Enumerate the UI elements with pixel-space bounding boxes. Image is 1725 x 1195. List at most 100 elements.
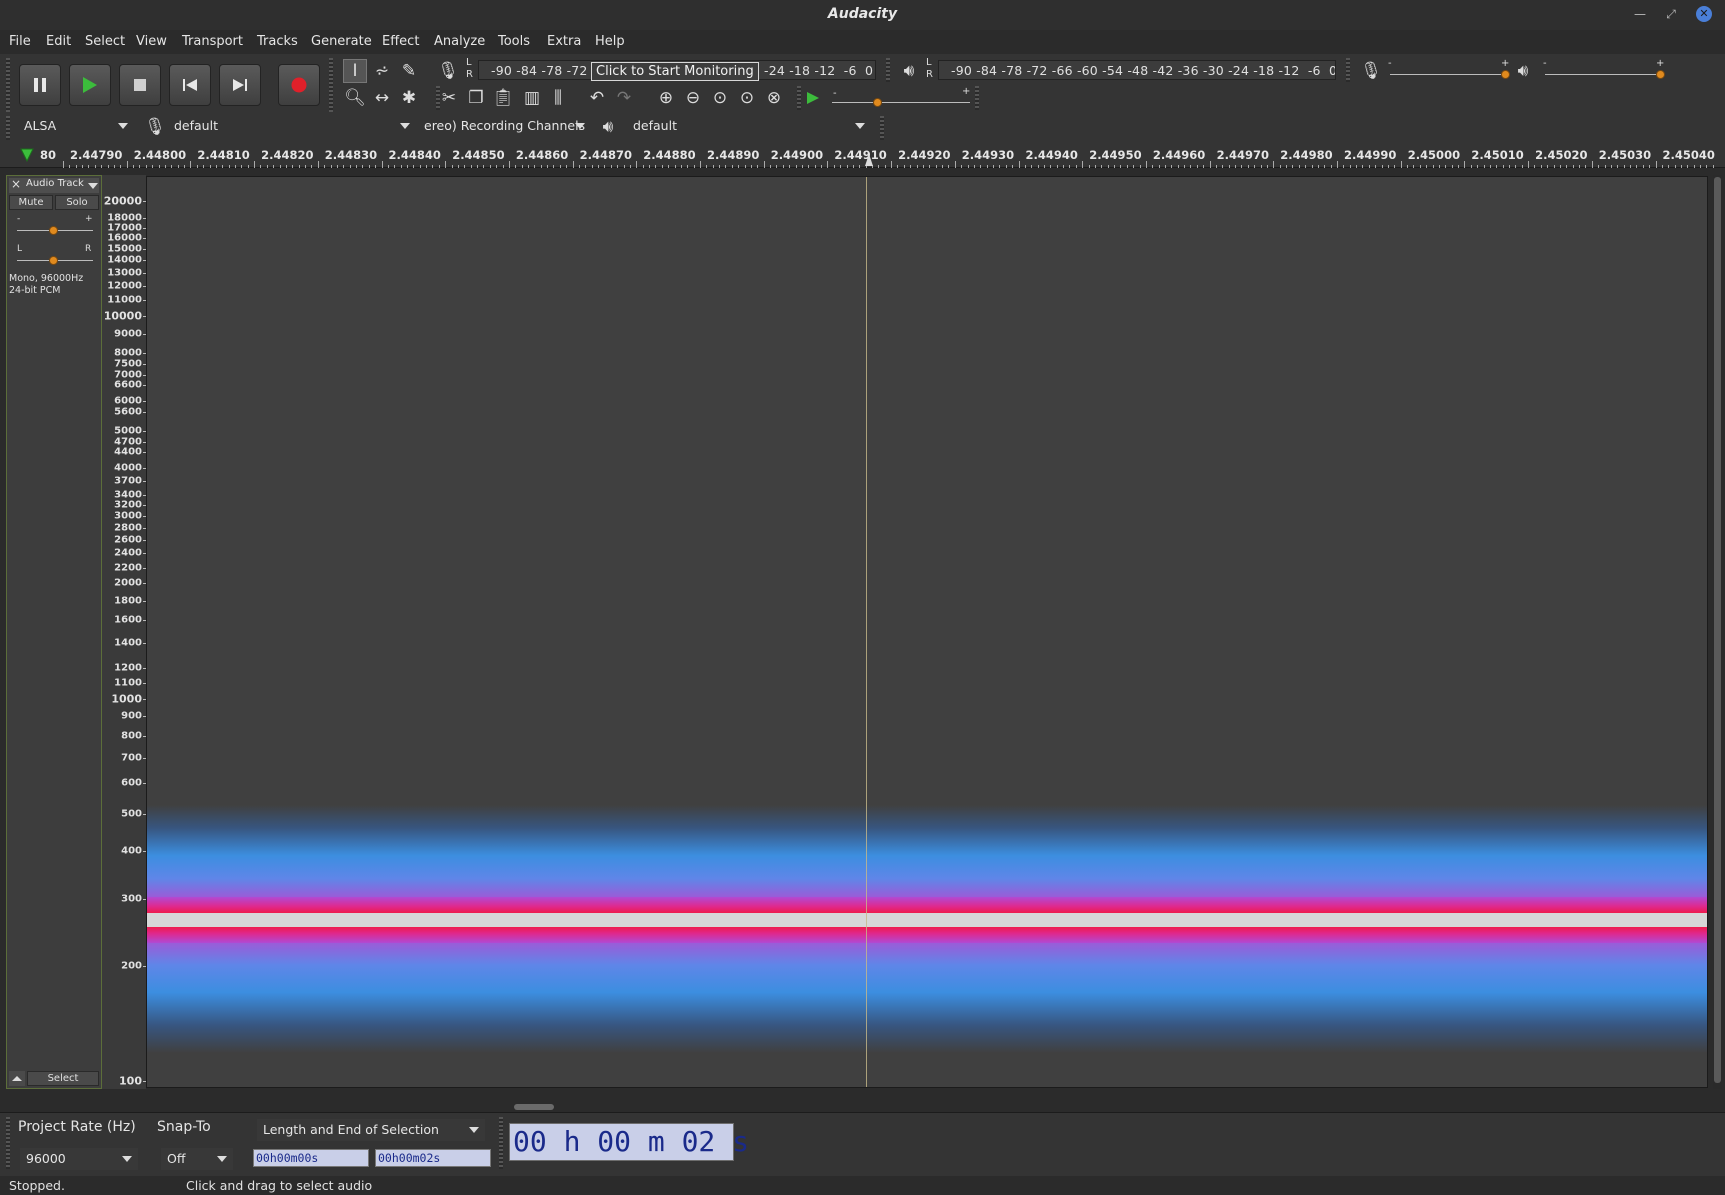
menu-analyze[interactable]: Analyze [434, 34, 485, 49]
mute-button[interactable]: Mute [9, 195, 53, 210]
track-close-button[interactable]: × [11, 177, 21, 191]
zoom-tool-icon[interactable]: 🔍︎ [343, 86, 367, 110]
audio-host-select[interactable]: ALSA [18, 115, 134, 137]
recording-device-select[interactable]: default [168, 115, 416, 137]
play-speed-knob[interactable] [873, 98, 882, 107]
playback-device-select[interactable]: default [627, 115, 871, 137]
play-at-speed-icon[interactable] [801, 86, 825, 110]
silence-icon[interactable]: ⫼ [546, 86, 570, 110]
project-rate-select[interactable]: 96000 [20, 1148, 138, 1170]
playback-volume-slider[interactable] [1545, 74, 1661, 75]
menu-tools[interactable]: Tools [498, 34, 530, 49]
redo-icon[interactable]: ↷ [612, 86, 636, 110]
envelope-tool-icon[interactable]: ⩫ [370, 59, 394, 83]
zoom-toggle-icon[interactable]: ⊗ [762, 86, 786, 110]
solo-button[interactable]: Solo [55, 195, 99, 210]
toolbar-grip[interactable] [1346, 58, 1350, 82]
menu-edit[interactable]: Edit [46, 34, 71, 49]
toolbar-grip[interactable] [499, 1117, 503, 1169]
timeline-ruler[interactable]: 80 2.44790 2.44800 2.44810 2.44820 2.44830 2.… [0, 144, 1725, 168]
timeline-tick [1502, 165, 1504, 168]
time-shift-tool-icon[interactable]: ↔ [370, 86, 394, 110]
toolbar-grip[interactable] [6, 1117, 10, 1169]
menu-extra[interactable]: Extra [547, 34, 581, 49]
track-select-button[interactable]: Select [27, 1071, 99, 1086]
play-meter[interactable]: -90 -84 -78 -72 -66 -60 -54 -48 -42 -36 … [938, 60, 1336, 80]
track-menu-chevron-icon[interactable] [88, 183, 98, 189]
selection-start-time[interactable]: 00h00m00s [253, 1149, 369, 1167]
play-meter-speaker-icon[interactable]: 🔊︎ [897, 59, 921, 83]
restore-icon[interactable]: ⤢ [1663, 6, 1679, 22]
menu-effect[interactable]: Effect [382, 34, 419, 49]
menu-transport[interactable]: Transport [182, 34, 243, 49]
timeline-tick [375, 165, 377, 168]
toolbar-grip[interactable] [6, 116, 10, 140]
recording-volume-knob[interactable] [1501, 70, 1510, 79]
playback-volume-knob[interactable] [1656, 70, 1665, 79]
menu-view[interactable]: View [136, 34, 167, 49]
zoom-out-icon[interactable]: ⊖ [681, 86, 705, 110]
selection-mode-select[interactable]: Length and End of Selection [257, 1119, 485, 1141]
timeline-tick [986, 165, 988, 168]
vertical-scrollbar[interactable] [1713, 175, 1722, 1089]
fit-project-icon[interactable]: ⊙ [735, 86, 759, 110]
frequency-ruler[interactable]: 20000 18000 17000 16000 15000 14000 13000 12000… [102, 175, 146, 1089]
menu-tracks[interactable]: Tracks [257, 34, 298, 49]
selection-tool-icon[interactable]: I [343, 59, 367, 83]
recording-channels-select[interactable]: ereo) Recording Channels [420, 115, 588, 137]
close-icon[interactable]: ✕ [1696, 6, 1712, 22]
timeline-tick [1515, 165, 1517, 168]
frequency-label: 8000 [114, 347, 142, 359]
menu-help[interactable]: Help [595, 34, 625, 49]
minimize-icon[interactable]: — [1632, 6, 1648, 22]
skip-to-start-button[interactable] [169, 64, 211, 106]
timeline-tick [496, 165, 498, 168]
recording-volume-slider[interactable] [1390, 74, 1506, 75]
timeline-tick [502, 165, 504, 168]
cut-icon[interactable]: ✂ [437, 86, 461, 110]
copy-icon[interactable]: ❐ [464, 86, 488, 110]
timeline-tick [1508, 165, 1510, 168]
record-meter-mic-icon[interactable]: 🎙︎ [436, 59, 460, 83]
record-button[interactable] [278, 64, 320, 106]
menu-file[interactable]: File [9, 34, 31, 49]
collapse-track-button[interactable] [9, 1071, 25, 1086]
paste-icon[interactable]: 📋︎ [491, 86, 515, 110]
timeline-tick [1190, 165, 1192, 168]
play-button[interactable] [69, 64, 111, 106]
undo-icon[interactable]: ↶ [585, 86, 609, 110]
frequency-label: 4000 [114, 462, 142, 474]
draw-tool-icon[interactable]: ✎ [397, 59, 421, 83]
horizontal-scrollbar[interactable] [0, 1103, 1725, 1111]
menu-generate[interactable]: Generate [311, 34, 372, 49]
timeline-tick [266, 165, 268, 168]
toolbar-grip[interactable] [975, 86, 979, 110]
timeline-tick [1069, 165, 1071, 168]
play-head-icon[interactable] [19, 147, 35, 163]
play-speed-slider[interactable] [832, 102, 970, 103]
timeline-tick [680, 165, 682, 168]
pause-button[interactable] [19, 64, 61, 106]
snap-to-select[interactable]: Off [161, 1148, 233, 1170]
menu-select[interactable]: Select [85, 34, 125, 49]
fit-selection-icon[interactable]: ⊙ [708, 86, 732, 110]
track-gain-knob[interactable] [49, 226, 58, 235]
track-control-panel[interactable]: × Audio Track Mute Solo - + L R Mono, 96… [6, 175, 102, 1089]
zoom-in-icon[interactable]: ⊕ [654, 86, 678, 110]
trim-icon[interactable]: ▥ [520, 86, 544, 110]
horizontal-scroll-thumb[interactable] [514, 1104, 554, 1110]
stop-button[interactable] [119, 64, 161, 106]
toolbar-grip[interactable] [880, 116, 884, 140]
selection-end-time[interactable]: 00h00m02s [375, 1149, 491, 1167]
track-name-menu[interactable]: Audio Track [26, 178, 84, 189]
toolbar-grip[interactable] [886, 58, 890, 82]
spectrogram-view[interactable] [146, 176, 1708, 1088]
skip-to-end-button[interactable] [219, 64, 261, 106]
timeline-tick [942, 165, 944, 168]
audio-position-display[interactable]: 00 h 00 m 02 s [509, 1123, 749, 1161]
toolbar-grip[interactable] [6, 58, 10, 112]
track-pan-knob[interactable] [49, 256, 58, 265]
vertical-scroll-thumb[interactable] [1714, 177, 1721, 1083]
multi-tool-icon[interactable]: ✱ [397, 86, 421, 110]
toolbar-grip[interactable] [329, 58, 333, 112]
